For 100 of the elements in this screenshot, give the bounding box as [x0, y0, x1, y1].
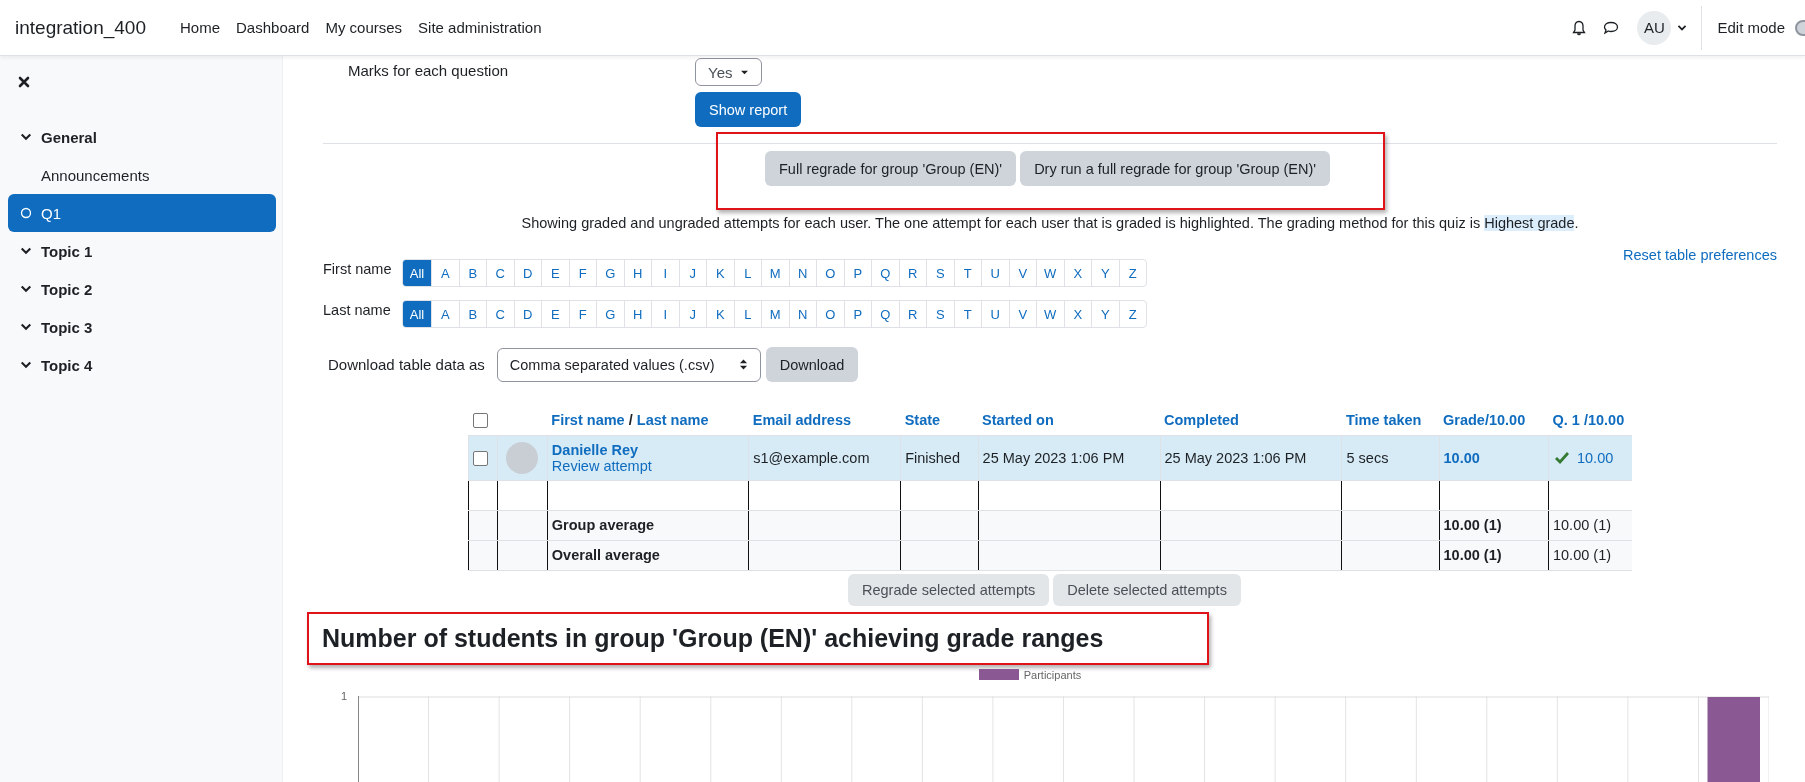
- row-checkbox[interactable]: [473, 450, 488, 466]
- initial-filter[interactable]: E: [542, 260, 570, 286]
- initial-filter[interactable]: A: [432, 301, 460, 327]
- select-all-checkbox[interactable]: [472, 412, 488, 428]
- initial-filter[interactable]: M: [762, 301, 790, 327]
- sidebar-item[interactable]: Announcements: [8, 156, 276, 194]
- initial-filter[interactable]: W: [1037, 260, 1065, 286]
- initial-filter[interactable]: B: [459, 260, 487, 286]
- initial-filter[interactable]: X: [1064, 260, 1092, 286]
- download-button[interactable]: Download: [765, 347, 859, 382]
- legend-label: Participants: [1023, 668, 1082, 681]
- initial-filter[interactable]: H: [624, 260, 652, 286]
- initial-filter[interactable]: S: [927, 301, 955, 327]
- initial-filter[interactable]: G: [597, 301, 625, 327]
- nav-link[interactable]: Site administration: [410, 19, 550, 36]
- sidebar-item[interactable]: Topic 3: [8, 308, 276, 346]
- column-header[interactable]: State: [904, 411, 941, 428]
- marks-select[interactable]: Yes: [695, 58, 763, 86]
- initial-filter[interactable]: L: [734, 260, 762, 286]
- initial-filter[interactable]: V: [1009, 301, 1037, 327]
- sidebar-item[interactable]: Topic 2: [8, 270, 276, 308]
- initial-filter[interactable]: G: [597, 260, 625, 286]
- initial-filter[interactable]: All: [403, 301, 432, 327]
- sidebar-item[interactable]: General: [8, 118, 276, 156]
- review-attempt-link[interactable]: Review attempt: [551, 457, 745, 474]
- nav-link[interactable]: My courses: [317, 19, 411, 36]
- initial-filter[interactable]: L: [734, 301, 762, 327]
- reset-preferences-link[interactable]: Reset table preferences: [323, 247, 1777, 263]
- initial-filter[interactable]: A: [432, 260, 460, 286]
- initial-filter[interactable]: I: [652, 260, 680, 286]
- chart-heading: Number of students in group 'Group (EN)' achieving grade ranges: [322, 623, 1105, 653]
- initial-filter[interactable]: J: [679, 301, 707, 327]
- column-header[interactable]: Email address: [752, 411, 852, 428]
- separator-text: /: [627, 411, 634, 428]
- initial-filter[interactable]: M: [762, 260, 790, 286]
- initial-filter[interactable]: U: [982, 260, 1010, 286]
- initial-filter[interactable]: Z: [1119, 260, 1146, 286]
- column-header[interactable]: Grade/10.00: [1443, 411, 1526, 428]
- close-icon[interactable]: [18, 76, 30, 88]
- initial-filter[interactable]: F: [569, 260, 597, 286]
- initial-filter[interactable]: R: [899, 301, 927, 327]
- initial-filter[interactable]: D: [514, 301, 542, 327]
- initial-filter[interactable]: Q: [872, 260, 900, 286]
- column-header[interactable]: Last name: [636, 411, 709, 428]
- initial-filter[interactable]: T: [954, 301, 982, 327]
- initial-filter[interactable]: J: [679, 260, 707, 286]
- initial-filter[interactable]: T: [954, 260, 982, 286]
- student-name-link[interactable]: Danielle Rey: [551, 441, 745, 458]
- initial-filter[interactable]: P: [844, 301, 872, 327]
- question-grade-link[interactable]: 10.00: [1577, 449, 1614, 466]
- regrade-button[interactable]: Dry run a full regrade for group 'Group (EN)': [1020, 151, 1331, 186]
- column-header[interactable]: Time taken: [1346, 411, 1422, 428]
- caret-icon: [740, 68, 750, 76]
- initial-filter[interactable]: O: [817, 260, 845, 286]
- sidebar-item[interactable]: Topic 4: [8, 346, 276, 384]
- initial-filter[interactable]: U: [982, 301, 1010, 327]
- initial-filter[interactable]: W: [1037, 301, 1065, 327]
- initial-filter[interactable]: All: [403, 260, 432, 286]
- column-header[interactable]: First name: [551, 411, 625, 428]
- column-header[interactable]: Completed: [1164, 411, 1239, 428]
- initial-filter[interactable]: N: [789, 260, 817, 286]
- nav-link[interactable]: Home: [172, 19, 228, 36]
- chat-bubble-icon[interactable]: [1603, 19, 1620, 36]
- initial-filter[interactable]: C: [487, 260, 515, 286]
- axis-tick-label: 1: [341, 689, 348, 702]
- initial-filter[interactable]: D: [514, 260, 542, 286]
- nav-link[interactable]: Dashboard: [228, 19, 318, 36]
- initial-filter[interactable]: N: [789, 301, 817, 327]
- initial-filter[interactable]: I: [652, 301, 680, 327]
- initial-filter[interactable]: S: [927, 260, 955, 286]
- initial-filter[interactable]: V: [1009, 260, 1037, 286]
- initial-filter[interactable]: K: [707, 260, 735, 286]
- field-label: Marks for each question: [348, 62, 510, 81]
- table-cell: 25 May 2023 1:06 PM: [1164, 449, 1307, 466]
- user-avatar[interactable]: AU: [1637, 10, 1672, 45]
- initial-filter[interactable]: P: [844, 260, 872, 286]
- column-header[interactable]: Q. 1 /10.00: [1552, 411, 1625, 428]
- initial-filter[interactable]: H: [624, 301, 652, 327]
- initial-filter[interactable]: C: [487, 301, 515, 327]
- regrade-button[interactable]: Full regrade for group 'Group (EN)': [765, 151, 1017, 186]
- initial-filter[interactable]: B: [459, 301, 487, 327]
- bell-icon[interactable]: [1571, 19, 1588, 36]
- sidebar-item[interactable]: Q1: [8, 194, 276, 232]
- initial-filter[interactable]: O: [817, 301, 845, 327]
- initial-filter[interactable]: R: [899, 260, 927, 286]
- initial-filter[interactable]: X: [1064, 301, 1092, 327]
- grade-link[interactable]: 10.00: [1443, 449, 1480, 466]
- initial-filter[interactable]: Y: [1092, 301, 1120, 327]
- initial-filter[interactable]: Y: [1092, 260, 1120, 286]
- site-name[interactable]: integration_400: [15, 16, 146, 39]
- initial-filter[interactable]: E: [542, 301, 570, 327]
- initial-filter[interactable]: Q: [872, 301, 900, 327]
- sidebar-item[interactable]: Topic 1: [8, 232, 276, 270]
- table-cell: s1@example.com: [753, 449, 870, 466]
- initial-filter[interactable]: K: [707, 301, 735, 327]
- initial-filter[interactable]: Z: [1119, 301, 1146, 327]
- format-select[interactable]: Comma separated values (.csv): [496, 347, 761, 382]
- column-header[interactable]: Started on: [982, 411, 1054, 428]
- show-report-button[interactable]: Show report: [695, 92, 802, 127]
- initial-filter[interactable]: F: [569, 301, 597, 327]
